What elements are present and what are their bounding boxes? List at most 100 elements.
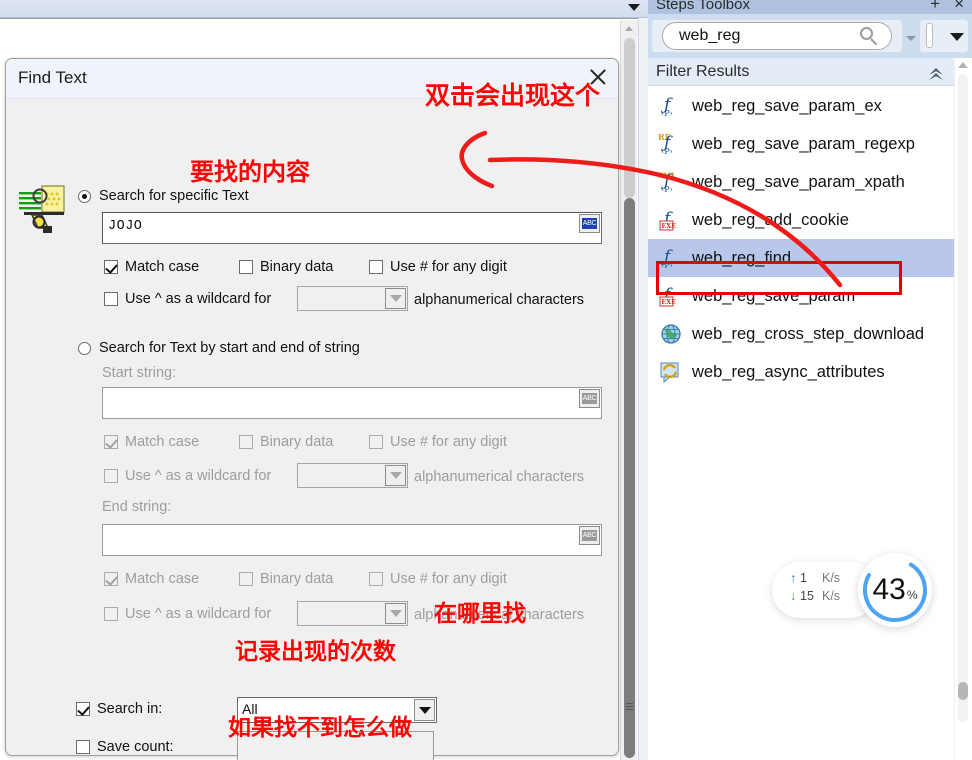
checkbox-indicator[interactable] (76, 740, 90, 754)
close-icon[interactable] (586, 65, 610, 89)
label-use-hash-digit: Use # for any digit (390, 434, 507, 450)
label-wildcard-prefix: Use ^ as a wildcard for (125, 291, 272, 307)
checkbox-indicator[interactable] (239, 435, 253, 449)
label-match-case: Match case (125, 571, 200, 587)
upload-speed-row: ↑ 1 K/s (790, 571, 840, 585)
checkbox-indicator[interactable] (239, 572, 253, 586)
svg-text:‹P›: ‹P› (661, 147, 673, 156)
list-item[interactable]: web_reg_async_attributes (648, 353, 954, 391)
checkbox-indicator[interactable] (104, 607, 118, 621)
label-wildcard-prefix: Use ^ as a wildcard for (125, 468, 272, 484)
chevron-down-icon[interactable] (414, 699, 435, 721)
host-vertical-scrollbar[interactable] (620, 20, 638, 760)
label-binary-data: Binary data (260, 434, 334, 450)
pin-icon[interactable]: + (930, 0, 940, 14)
checkbox-indicator[interactable] (104, 469, 118, 483)
search-in-combo[interactable]: All (237, 697, 437, 723)
checkbox-binary-data-2[interactable]: Binary data (239, 434, 333, 450)
list-item[interactable]: ƒ EXE web_reg_save_param (648, 277, 954, 315)
radio-search-specific-text[interactable]: Search for specific Text (78, 188, 249, 204)
list-item[interactable]: RE ƒ ‹P› web_reg_save_param_regexp (648, 125, 954, 163)
host-pane-divider (638, 18, 648, 760)
checkbox-wildcard-3[interactable]: Use ^ as a wildcard for (104, 606, 271, 622)
search-dropdown-caret-icon[interactable] (906, 36, 916, 41)
checkbox-wildcard-2[interactable]: Use ^ as a wildcard for (104, 468, 271, 484)
checkbox-match-case-1[interactable]: Match case (104, 259, 199, 275)
radio-label-search-start-end: Search for Text by start and end of stri… (99, 340, 360, 356)
checkbox-match-case-2[interactable]: Match case (104, 434, 199, 450)
abc-parameter-button[interactable]: ABC (579, 214, 600, 233)
dialog-titlebar: Find Text (6, 59, 618, 99)
wildcard-count-combo-2[interactable] (297, 463, 408, 488)
end-string-input[interactable]: ABC (102, 524, 602, 556)
save-count-input[interactable] (237, 731, 434, 760)
chevron-down-icon[interactable] (950, 33, 964, 41)
wildcard-count-combo-3[interactable] (297, 601, 408, 626)
upload-speed-unit: K/s (822, 571, 841, 585)
start-string-input[interactable]: ABC (102, 387, 602, 419)
checkbox-indicator[interactable] (369, 260, 383, 274)
checkbox-indicator[interactable] (76, 702, 90, 716)
async-icon (658, 359, 684, 385)
search-input[interactable]: web_reg (662, 22, 892, 50)
list-item[interactable]: ƒ EXE web_reg_add_cookie (648, 201, 954, 239)
arrow-down-icon: ↓ (790, 589, 797, 603)
checkbox-indicator[interactable] (104, 292, 118, 306)
svg-text:‹P›: ‹P› (661, 109, 673, 118)
checkbox-match-case-3[interactable]: Match case (104, 571, 199, 587)
scroll-up-arrow-icon[interactable] (621, 20, 638, 36)
chevron-down-icon[interactable] (385, 603, 406, 624)
checkbox-use-hash-digit-2[interactable]: Use # for any digit (369, 434, 507, 450)
radio-search-by-start-end[interactable]: Search for Text by start and end of stri… (78, 340, 360, 356)
scrollbar-track[interactable] (624, 38, 635, 198)
download-speed-unit: K/s (822, 589, 841, 603)
search-input-value: web_reg (679, 27, 741, 44)
find-text-dialog: Find Text Search for specific Text JOJO … (5, 58, 619, 760)
abc-icon: ABC (582, 393, 597, 404)
radio-indicator[interactable] (78, 341, 91, 355)
list-item[interactable]: web_reg_cross_step_download (648, 315, 954, 353)
checkbox-indicator[interactable] (369, 572, 383, 586)
checkbox-indicator[interactable] (104, 260, 118, 274)
checkbox-use-hash-digit-3[interactable]: Use # for any digit (369, 571, 507, 587)
chevron-down-icon[interactable] (385, 288, 406, 309)
checkbox-wildcard-1[interactable]: Use ^ as a wildcard for (104, 291, 271, 307)
checkbox-indicator[interactable] (104, 435, 118, 449)
wildcard-count-combo-1[interactable] (297, 286, 408, 311)
list-item-label: web_reg_cross_step_download (692, 324, 925, 343)
checkbox-binary-data-3[interactable]: Binary data (239, 571, 333, 587)
label-wildcard-suffix-1: alphanumerical characters (414, 292, 585, 308)
abc-parameter-button-end[interactable]: ABC (579, 526, 600, 545)
radio-indicator[interactable] (78, 189, 91, 203)
label-search-in: Search in: (97, 701, 163, 717)
collapse-chevron-up-icon[interactable] (928, 65, 944, 79)
search-text-input[interactable]: JOJO ABC (102, 212, 602, 244)
close-icon[interactable]: × (954, 0, 964, 14)
scrollbar-thumb[interactable] (958, 682, 968, 700)
checkbox-use-hash-digit-1[interactable]: Use # for any digit (369, 259, 507, 275)
checkbox-save-count[interactable]: Save count: (76, 739, 174, 755)
label-start-string: Start string: (102, 365, 177, 381)
chevron-down-icon[interactable] (385, 465, 406, 486)
checkbox-search-in[interactable]: Search in: (76, 701, 162, 717)
search-options-button[interactable] (920, 20, 968, 52)
panel-vertical-scrollbar[interactable] (954, 58, 972, 760)
scrollbar-track[interactable] (958, 74, 968, 722)
download-speed-value: 15 (800, 589, 814, 603)
list-item[interactable]: ƒ ‹P› web_reg_save_param_ex (648, 87, 954, 125)
label-use-hash-digit: Use # for any digit (390, 571, 507, 587)
gauge-percent-value: 43 (872, 573, 906, 606)
abc-parameter-button-start[interactable]: ABC (579, 389, 600, 408)
search-icon[interactable] (860, 27, 879, 46)
list-item[interactable]: XML ƒ ‹P› web_reg_save_param_xpath (648, 163, 954, 201)
panel-search-bar: web_reg (648, 14, 972, 58)
filter-results-header[interactable]: Filter Results (648, 58, 954, 86)
list-item[interactable]: ƒ ‹P› web_reg_find (648, 239, 954, 277)
scrollbar-thumb[interactable] (624, 198, 635, 758)
checkbox-indicator[interactable] (239, 260, 253, 274)
checkbox-indicator[interactable] (104, 572, 118, 586)
scroll-up-arrow-icon[interactable] (958, 62, 968, 68)
toolbar-overflow-caret-icon[interactable] (628, 4, 640, 11)
checkbox-binary-data-1[interactable]: Binary data (239, 259, 333, 275)
checkbox-indicator[interactable] (369, 435, 383, 449)
